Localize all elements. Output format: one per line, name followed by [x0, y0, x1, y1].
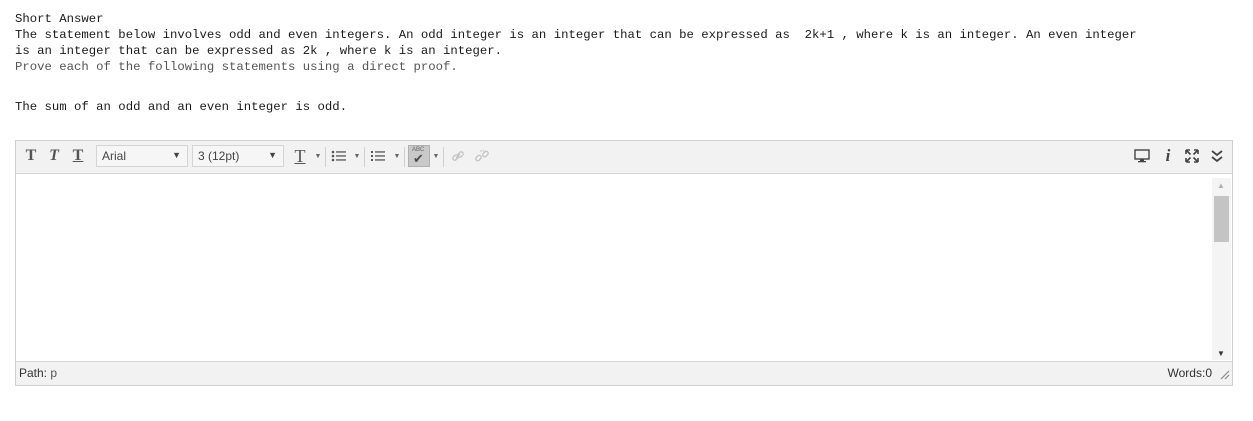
- question-intro-line-1: The statement below involves odd and eve…: [15, 28, 1137, 42]
- resize-handle-icon[interactable]: [1220, 370, 1230, 383]
- unlink-icon[interactable]: [472, 145, 492, 167]
- expand-toolbar-icon[interactable]: [1206, 145, 1228, 167]
- statement-to-prove: The sum of an odd and an even integer is…: [15, 100, 348, 114]
- scroll-up-icon[interactable]: ▲: [1217, 181, 1225, 190]
- italic-icon[interactable]: T: [43, 145, 65, 167]
- editor-status-bar: Path: p Words:0: [16, 361, 1232, 385]
- font-family-select[interactable]: Arial ▼: [96, 145, 188, 167]
- question-intro-line-2: is an integer that can be expressed as 2…: [15, 44, 503, 58]
- question-text: Short Answer The statement below involve…: [15, 11, 1240, 75]
- scroll-thumb[interactable]: [1214, 196, 1229, 242]
- toolbar-divider: [404, 147, 405, 167]
- word-count: Words:0: [1168, 366, 1212, 380]
- checkmark-icon: ✔: [413, 151, 424, 166]
- font-size-select[interactable]: 3 (12pt) ▼: [192, 145, 284, 167]
- path-value[interactable]: p: [50, 366, 57, 380]
- fullscreen-icon[interactable]: [1181, 145, 1203, 167]
- underline-icon[interactable]: T: [67, 145, 89, 167]
- question-type-label: Short Answer: [15, 12, 104, 26]
- bold-icon[interactable]: T: [20, 145, 42, 167]
- font-size-value: 3 (12pt): [198, 149, 240, 163]
- preview-icon[interactable]: [1131, 145, 1153, 167]
- toolbar-divider: [325, 147, 326, 167]
- spellcheck-icon[interactable]: ABC ✔: [408, 145, 430, 167]
- bullet-list-icon[interactable]: [329, 145, 349, 167]
- numbered-list-dropdown-icon[interactable]: ▼: [393, 145, 401, 167]
- words-label: Words:: [1167, 366, 1206, 380]
- info-icon[interactable]: i: [1157, 145, 1179, 167]
- font-family-value: Arial: [102, 149, 127, 163]
- text-color-icon[interactable]: T: [289, 145, 311, 167]
- editor-scrollbar[interactable]: ▲ ▼: [1212, 178, 1231, 360]
- text-color-dropdown-icon[interactable]: ▼: [314, 145, 322, 167]
- editor-toolbar: T T T Arial ▼ 3 (12pt) ▼ T ▼ ▼ ▼ ABC ✔ ▼: [16, 141, 1232, 174]
- bullet-list-dropdown-icon[interactable]: ▼: [353, 145, 361, 167]
- spellcheck-dropdown-icon[interactable]: ▼: [432, 145, 440, 167]
- question-instruction: Prove each of the following statements u…: [15, 60, 458, 74]
- insert-link-icon[interactable]: [448, 145, 468, 167]
- words-count-value: 0: [1205, 366, 1212, 380]
- scroll-down-icon[interactable]: ▼: [1217, 349, 1225, 358]
- chevron-down-icon: ▼: [172, 150, 181, 160]
- chevron-down-icon: ▼: [268, 150, 277, 160]
- editor-content-area[interactable]: [16, 174, 1232, 361]
- path-label: Path:: [19, 366, 48, 380]
- toolbar-divider: [443, 147, 444, 167]
- numbered-list-icon[interactable]: [368, 145, 388, 167]
- rich-text-editor: T T T Arial ▼ 3 (12pt) ▼ T ▼ ▼ ▼ ABC ✔ ▼: [15, 140, 1233, 386]
- element-path: Path: p: [19, 366, 57, 380]
- toolbar-divider: [364, 147, 365, 167]
